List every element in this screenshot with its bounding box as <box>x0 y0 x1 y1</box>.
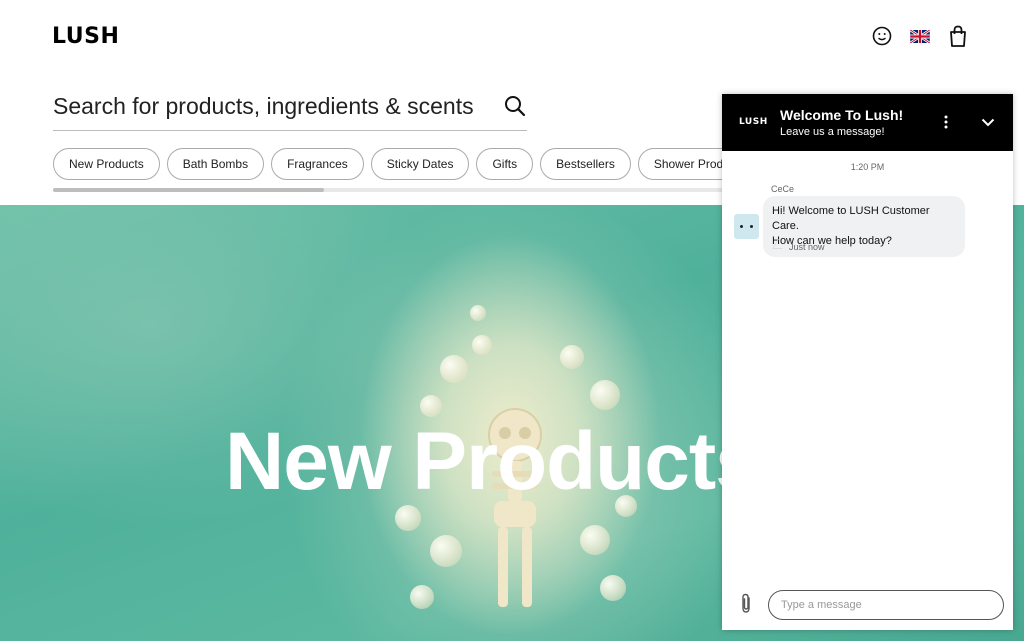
foam-bubble <box>470 305 486 321</box>
agent-name: CeCe <box>771 184 795 194</box>
foam-bubble <box>410 585 434 609</box>
chip-gifts[interactable]: Gifts <box>476 148 534 180</box>
foam-bubble <box>600 575 626 601</box>
chat-widget: LUSH Welcome To Lush! Leave us a message… <box>722 94 1013 630</box>
chat-message-input[interactable] <box>768 590 1004 620</box>
foam-bubble <box>560 345 584 369</box>
message-meta: Just now <box>789 242 825 252</box>
foam-bubble <box>590 380 620 410</box>
account-icon[interactable] <box>870 24 894 48</box>
foam-bubble <box>420 395 442 417</box>
chips-scroll-thumb[interactable] <box>53 188 324 192</box>
uk-flag-icon[interactable] <box>908 24 932 48</box>
chat-logo: LUSH <box>739 117 768 127</box>
header-icons <box>870 24 970 48</box>
foam-bubble <box>580 525 610 555</box>
chat-header: LUSH Welcome To Lush! Leave us a message… <box>722 94 1013 151</box>
search-placeholder[interactable]: Search for products, ingredients & scent… <box>53 93 474 120</box>
paperclip-icon[interactable] <box>736 593 756 615</box>
foam-bubble <box>430 535 462 567</box>
hero-title: New Products <box>225 416 761 507</box>
chat-timestamp: 1:20 PM <box>850 162 885 172</box>
agent-avatar <box>734 214 759 239</box>
foam-bubble <box>472 335 492 355</box>
lush-logo[interactable]: LUSH <box>52 24 119 49</box>
chip-new-products[interactable]: New Products <box>53 148 160 180</box>
chip-sticky-dates[interactable]: Sticky Dates <box>370 148 470 180</box>
bag-icon[interactable] <box>946 24 970 48</box>
category-chips: New Products Bath Bombs Fragrances Stick… <box>53 148 762 180</box>
search-bar[interactable]: Search for products, ingredients & scent… <box>53 82 527 131</box>
chat-subtitle: Leave us a message! <box>780 126 885 138</box>
more-options-icon[interactable] <box>938 112 954 132</box>
chip-bestsellers[interactable]: Bestsellers <box>540 148 631 180</box>
chip-fragrances[interactable]: Fragrances <box>271 148 364 180</box>
chevron-down-icon[interactable] <box>978 112 998 132</box>
message-line: Hi! Welcome to LUSH Customer Care. <box>772 205 930 232</box>
chat-title: Welcome To Lush! <box>780 107 904 123</box>
foam-bubble <box>440 355 468 383</box>
chip-bath-bombs[interactable]: Bath Bombs <box>166 148 265 180</box>
search-icon[interactable] <box>503 94 527 118</box>
